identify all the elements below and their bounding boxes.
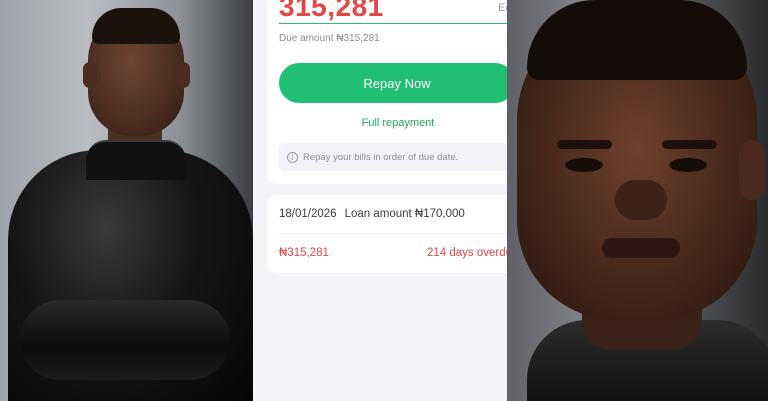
info-icon: i <box>287 151 298 163</box>
loan-amount-text: Loan amount ₦170,000 <box>344 208 465 220</box>
ear <box>739 140 765 200</box>
divider <box>279 233 507 234</box>
eyebrow <box>662 140 717 149</box>
overdue-status: 214 days overdu <box>427 247 507 259</box>
hair <box>527 0 747 80</box>
mouth <box>602 238 680 258</box>
amount-clip: 315,281 <box>279 0 507 24</box>
repay-now-button[interactable]: Repay Now <box>279 63 507 103</box>
ear <box>83 62 97 88</box>
side-label: Ec <box>498 2 507 14</box>
hair <box>92 8 180 44</box>
nose <box>615 180 667 220</box>
repayment-notice: i Repay your bills in order of due date. <box>279 143 507 171</box>
right-portrait-photo <box>507 0 768 401</box>
loan-item-card[interactable]: 18/01/2026 Loan amount ₦170,000 ₦315,281 … <box>267 195 507 273</box>
divider <box>279 23 507 24</box>
notice-text: Repay your bills in order of due date. <box>303 151 459 163</box>
eye <box>669 158 707 172</box>
left-portrait-photo <box>0 0 253 401</box>
crossed-arms <box>20 300 230 380</box>
loan-date: 18/01/2026 <box>279 208 337 220</box>
due-amount-text: Due amount ₦315,281 <box>279 33 380 44</box>
eyebrow <box>557 140 612 149</box>
ear <box>176 62 190 88</box>
outstanding-amount: 315,281 <box>279 0 384 22</box>
repayment-card: 315,281 Ec Due amount ₦315,281 Repay Now… <box>267 0 507 184</box>
loan-app-screenshot: 315,281 Ec Due amount ₦315,281 Repay Now… <box>253 0 507 401</box>
eye <box>565 158 603 172</box>
loan-header: 18/01/2026 Loan amount ₦170,000 <box>279 208 473 220</box>
full-repayment-link[interactable]: Full repayment <box>267 117 507 129</box>
jacket-collar <box>86 140 186 180</box>
loan-amount-due: ₦315,281 <box>279 247 329 259</box>
